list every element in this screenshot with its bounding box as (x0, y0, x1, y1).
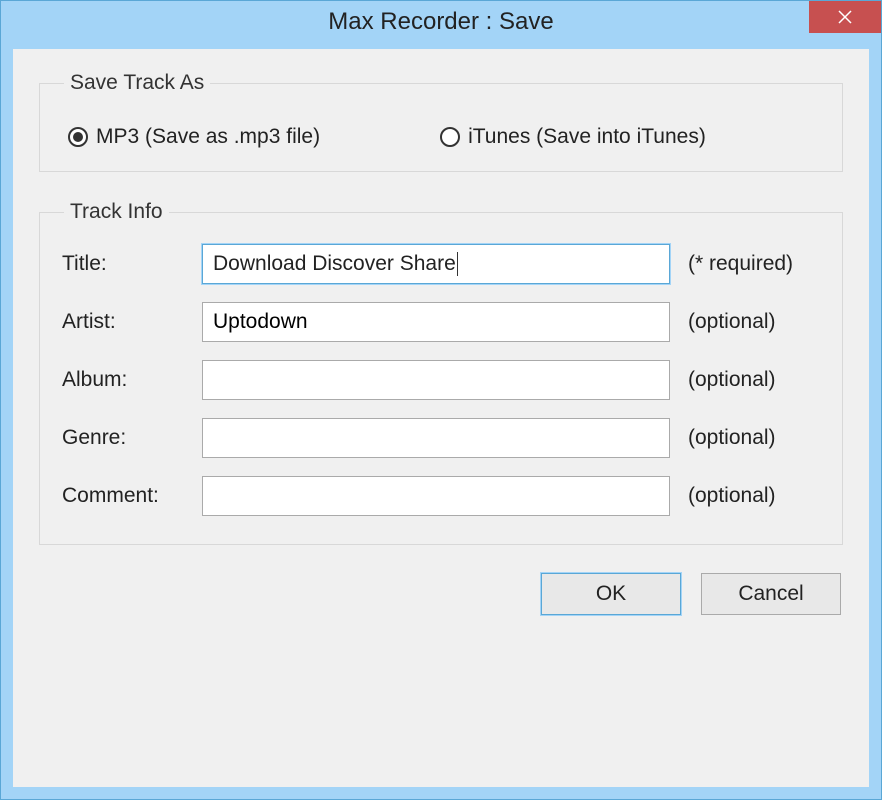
row-album: Album: (optional) (62, 360, 820, 400)
save-track-as-group: Save Track As MP3 (Save as .mp3 file) iT… (39, 71, 843, 172)
hint-genre: (optional) (670, 426, 820, 450)
label-album: Album: (62, 368, 202, 392)
radio-icon (68, 127, 88, 147)
hint-album: (optional) (670, 368, 820, 392)
save-track-as-legend: Save Track As (64, 71, 210, 95)
client-area: Save Track As MP3 (Save as .mp3 file) iT… (13, 49, 869, 787)
radio-itunes-label: iTunes (Save into iTunes) (468, 125, 706, 149)
hint-artist: (optional) (670, 310, 820, 334)
radio-mp3[interactable]: MP3 (Save as .mp3 file) (68, 125, 320, 149)
hint-comment: (optional) (670, 484, 820, 508)
artist-field[interactable] (202, 302, 670, 342)
close-icon (838, 10, 852, 24)
radio-mp3-label: MP3 (Save as .mp3 file) (96, 125, 320, 149)
genre-field[interactable] (202, 418, 670, 458)
row-title: Title: Download Discover Share (* requir… (62, 244, 820, 284)
button-row: OK Cancel (39, 573, 843, 615)
label-title: Title: (62, 252, 202, 276)
radio-dot-icon (73, 132, 83, 142)
label-artist: Artist: (62, 310, 202, 334)
row-artist: Artist: (optional) (62, 302, 820, 342)
radio-itunes[interactable]: iTunes (Save into iTunes) (440, 125, 706, 149)
comment-field[interactable] (202, 476, 670, 516)
title-field[interactable] (202, 244, 670, 284)
close-button[interactable] (809, 1, 881, 33)
label-comment: Comment: (62, 484, 202, 508)
hint-title: (* required) (670, 252, 820, 276)
ok-button[interactable]: OK (541, 573, 681, 615)
titlebar[interactable]: Max Recorder : Save (1, 1, 881, 43)
dialog-window: Max Recorder : Save Save Track As MP3 (S… (0, 0, 882, 800)
track-info-group: Track Info Title: Download Discover Shar… (39, 200, 843, 545)
radio-row: MP3 (Save as .mp3 file) iTunes (Save int… (62, 115, 820, 149)
radio-icon (440, 127, 460, 147)
track-info-legend: Track Info (64, 200, 169, 224)
window-title: Max Recorder : Save (328, 8, 553, 36)
label-genre: Genre: (62, 426, 202, 450)
album-field[interactable] (202, 360, 670, 400)
cancel-button[interactable]: Cancel (701, 573, 841, 615)
row-genre: Genre: (optional) (62, 418, 820, 458)
row-comment: Comment: (optional) (62, 476, 820, 516)
